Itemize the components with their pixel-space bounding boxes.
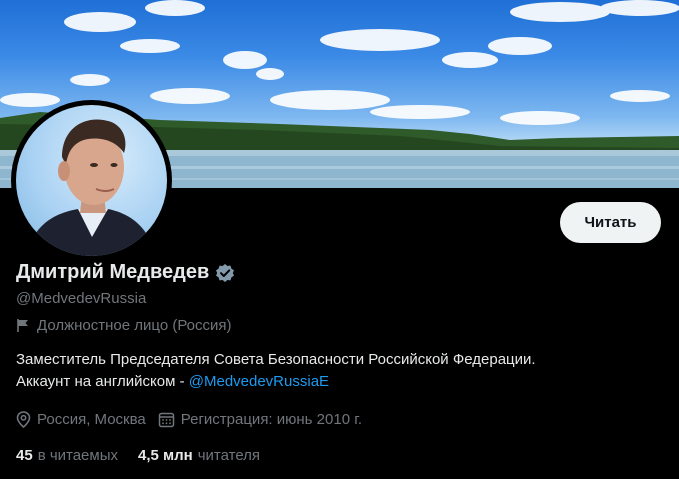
verified-badge-icon[interactable]	[215, 263, 235, 283]
followers-count: 4,5 млн	[138, 447, 193, 464]
profile-name-row: Дмитрий Медведев	[16, 261, 235, 284]
followers-label: читателя	[197, 447, 261, 464]
following-count: 45	[16, 447, 33, 464]
joined-text: Регистрация: июнь 2010 г.	[180, 411, 363, 428]
profile-avatar[interactable]	[11, 100, 172, 261]
location-item: Россия, Москва	[16, 411, 146, 428]
profile-bio: Заместитель Председателя Совета Безопасн…	[16, 349, 666, 393]
profile-category: Должностное лицо (Россия)	[16, 317, 232, 334]
bio-mention-link[interactable]: @MedvedevRussiaE	[189, 373, 329, 390]
location-text: Россия, Москва	[37, 411, 146, 428]
followers-stat-link[interactable]: 4,5 млн читателя	[138, 447, 260, 464]
following-stat-link[interactable]: 45 в читаемых	[16, 447, 118, 464]
profile-meta: Россия, Москва Регистрация: июнь 2010 г.	[16, 411, 374, 428]
bio-line-2-text: Аккаунт на английском -	[16, 373, 189, 390]
calendar-icon	[158, 411, 175, 428]
display-name: Дмитрий Медведев	[16, 261, 210, 283]
joined-item: Регистрация: июнь 2010 г.	[158, 411, 362, 428]
follow-button[interactable]: Читать	[560, 202, 661, 243]
category-label: Должностное лицо (Россия)	[37, 317, 232, 334]
flag-icon	[16, 318, 30, 333]
location-pin-icon	[16, 411, 31, 428]
bio-line-2: Аккаунт на английском - @MedvedevRussiaE	[16, 371, 666, 393]
bio-line-1: Заместитель Председателя Совета Безопасн…	[16, 351, 536, 368]
profile-stats: 45 в читаемых 4,5 млн читателя	[16, 447, 280, 464]
avatar-portrait	[26, 119, 156, 256]
following-label: в читаемых	[37, 447, 118, 464]
profile-handle: @MedvedevRussia	[16, 290, 147, 307]
